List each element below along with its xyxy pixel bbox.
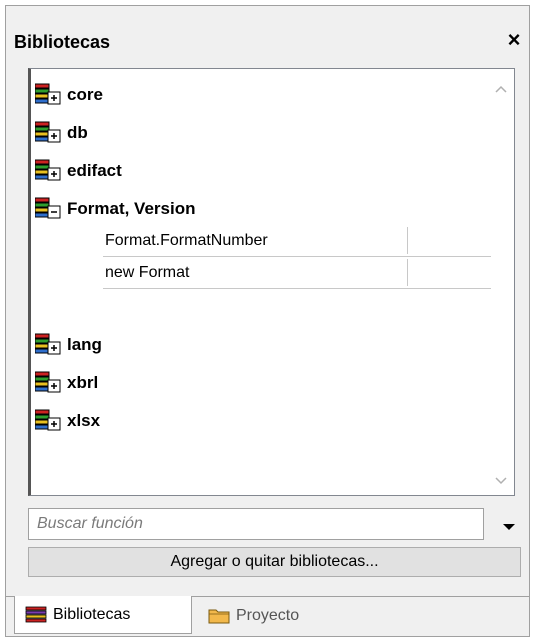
panel-titlebar: Bibliotecas × [6, 6, 529, 64]
scroll-down-icon[interactable] [494, 473, 508, 487]
library-node-lang[interactable]: lang [35, 331, 102, 359]
libraries-panel: Bibliotecas × core db edifact Format, Ve… [5, 5, 530, 637]
tab-bibliotecas[interactable]: Bibliotecas [14, 596, 192, 634]
library-collapsed-icon[interactable] [35, 83, 63, 107]
library-node-edifact[interactable]: edifact [35, 157, 122, 185]
library-label: lang [67, 335, 102, 354]
function-item-format-formatnumber[interactable]: Format.FormatNumber [103, 225, 491, 257]
library-label: edifact [67, 161, 122, 180]
library-label: xlsx [67, 411, 101, 430]
library-collapsed-icon[interactable] [35, 159, 63, 183]
library-collapsed-icon[interactable] [35, 121, 63, 145]
function-search-box[interactable] [28, 508, 484, 540]
panel-title: Bibliotecas [14, 32, 111, 52]
folder-icon [208, 609, 230, 624]
tab-label: Proyecto [236, 607, 300, 624]
library-node-core[interactable]: core [35, 81, 103, 109]
library-label: Format, Version [67, 199, 196, 218]
library-label: xbrl [67, 373, 99, 392]
search-input[interactable] [29, 509, 483, 539]
function-label: Format.FormatNumber [105, 231, 268, 249]
library-expanded-icon[interactable] [35, 197, 63, 221]
function-list: Format.FormatNumber new Format [103, 225, 491, 289]
library-node-xbrl[interactable]: xbrl [35, 369, 98, 397]
scroll-up-icon[interactable] [494, 83, 508, 97]
library-collapsed-icon[interactable] [35, 371, 63, 395]
function-label: new Format [105, 263, 190, 281]
chevron-down-icon[interactable] [494, 514, 524, 538]
library-node-db[interactable]: db [35, 119, 88, 147]
close-button[interactable]: × [503, 28, 525, 52]
library-collapsed-icon[interactable] [35, 409, 63, 433]
library-node-format-version[interactable]: Format, Version [35, 195, 195, 223]
library-node-xlsx[interactable]: xlsx [35, 407, 100, 435]
library-label: core [67, 85, 103, 104]
library-label: db [67, 123, 88, 142]
column-divider [407, 259, 408, 286]
function-item-new-format[interactable]: new Format [103, 257, 491, 289]
books-icon [25, 606, 47, 622]
add-remove-libraries-button[interactable]: Agregar o quitar bibliotecas... [28, 547, 521, 577]
library-tree[interactable]: core db edifact Format, Version Format.F… [28, 68, 515, 496]
library-collapsed-icon[interactable] [35, 333, 63, 357]
tab-label: Bibliotecas [53, 605, 131, 623]
column-divider [407, 227, 408, 254]
tab-proyecto[interactable]: Proyecto [202, 597, 332, 635]
